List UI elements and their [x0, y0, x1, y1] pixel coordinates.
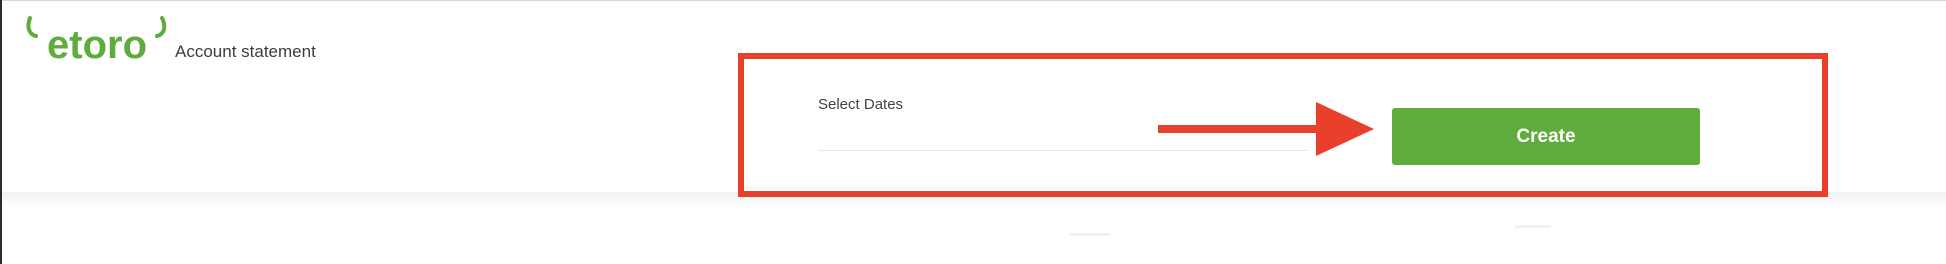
faint-divider-mark — [1070, 233, 1110, 236]
etoro-logo[interactable]: etoro — [26, 16, 168, 66]
page-title: Account statement — [175, 42, 316, 61]
logo-text: etoro — [47, 23, 147, 66]
annotation-arrow-icon — [1158, 102, 1374, 156]
faint-divider-mark — [1515, 225, 1551, 228]
